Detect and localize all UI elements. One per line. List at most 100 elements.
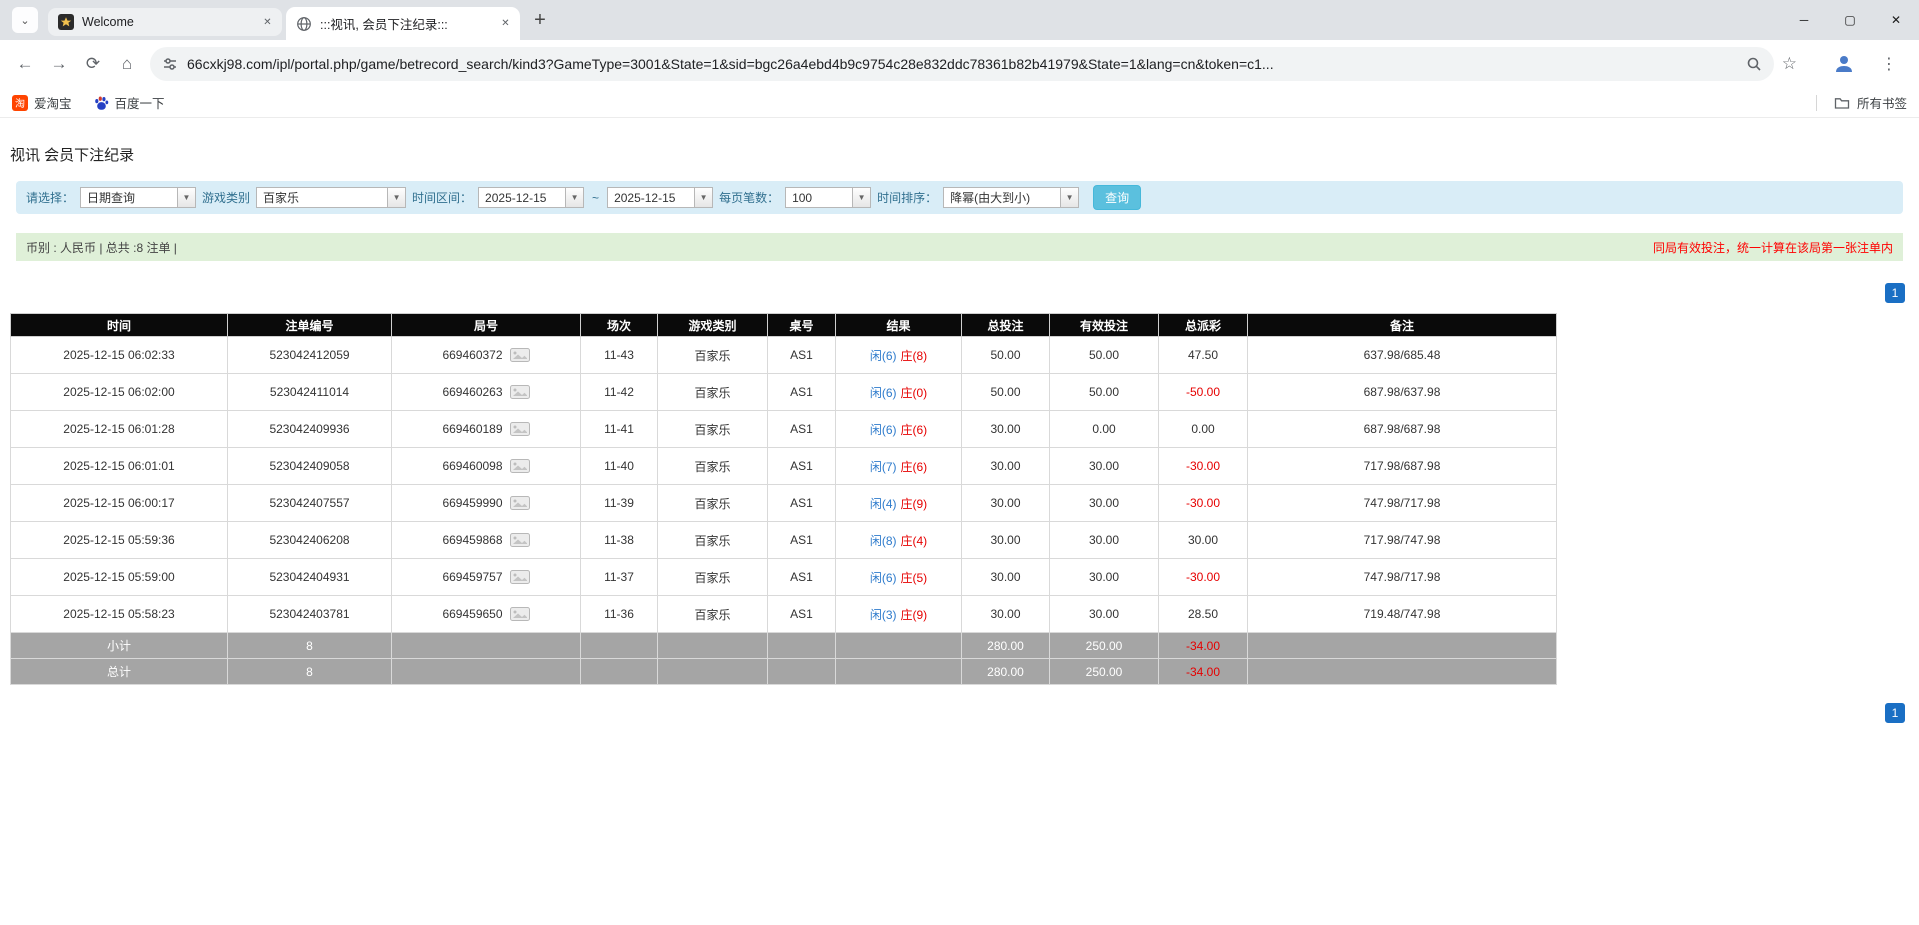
chevron-down-icon[interactable]: ▼ — [852, 188, 870, 207]
table-row: 2025-12-15 05:59:00 523042404931 6694597… — [11, 559, 1557, 596]
cell-total-bet[interactable]: 30.00 — [962, 485, 1050, 522]
column-header: 桌号 — [768, 314, 836, 337]
round-result-icon[interactable] — [510, 533, 530, 547]
cell-note: 747.98/717.98 — [1248, 485, 1557, 522]
cell-table-number: AS1 — [768, 337, 836, 374]
url-text[interactable]: 66cxkj98.com/ipl/portal.php/game/betreco… — [187, 56, 1737, 72]
query-type-value[interactable]: 日期查询 — [81, 188, 177, 207]
bookmark-baidu[interactable]: 百度一下 — [94, 93, 165, 112]
site-info-icon[interactable] — [162, 56, 178, 72]
cell-total-bet[interactable]: 50.00 — [962, 337, 1050, 374]
tab-close-icon[interactable]: ✕ — [497, 15, 514, 32]
subtotal-row: 小计8280.00250.00-34.00 — [11, 633, 1557, 659]
sort-value[interactable]: 降幂(由大到小) — [944, 188, 1060, 207]
round-result-icon[interactable] — [510, 570, 530, 584]
taobao-icon: 淘 — [12, 95, 28, 111]
column-header: 场次 — [581, 314, 658, 337]
page-number-button[interactable]: 1 — [1885, 703, 1905, 723]
cell-total-bet[interactable]: 30.00 — [962, 522, 1050, 559]
bookmarks-bar: 淘 爱淘宝 百度一下 所有书签 — [0, 88, 1919, 118]
browser-menu-icon[interactable]: ⋮ — [1875, 54, 1903, 74]
cell-round: 669460098 — [392, 448, 581, 485]
bookmark-aitaobao[interactable]: 淘 爱淘宝 — [12, 93, 72, 112]
round-number: 669459650 — [442, 607, 502, 621]
cell-total-bet[interactable]: 50.00 — [962, 374, 1050, 411]
chevron-down-icon[interactable]: ▼ — [1060, 188, 1078, 207]
chevron-down-icon[interactable]: ▼ — [694, 188, 712, 207]
round-result-icon[interactable] — [510, 422, 530, 436]
forward-button[interactable]: → — [42, 47, 76, 81]
round-result-icon[interactable] — [510, 348, 530, 362]
search-button[interactable]: 查询 — [1093, 185, 1141, 210]
page-content: 视讯 会员下注纪录 请选择： 日期查询 ▼ 游戏类别 百家乐 ▼ 时间区间： 2… — [0, 118, 1919, 723]
home-button[interactable]: ⌂ — [110, 47, 144, 81]
result-player: 闲(4) — [870, 497, 897, 511]
bookmark-star-icon[interactable]: ☆ — [1782, 54, 1797, 74]
browser-window: ⌄ Welcome ✕ :::视讯, 会员下注纪录::: ✕ + ─ ▢ ✕ ←… — [0, 0, 1919, 118]
chevron-down-icon[interactable]: ▼ — [177, 188, 195, 207]
round-result-icon[interactable] — [510, 459, 530, 473]
round-result-icon[interactable] — [510, 607, 530, 621]
chevron-down-icon[interactable]: ▼ — [387, 188, 405, 207]
result-banker: 庄(9) — [901, 608, 928, 622]
close-button[interactable]: ✕ — [1873, 0, 1919, 40]
back-button[interactable]: ← — [8, 47, 42, 81]
minimize-button[interactable]: ─ — [1781, 0, 1827, 40]
table-row: 2025-12-15 06:01:28 523042409936 6694601… — [11, 411, 1557, 448]
game-type-select[interactable]: 百家乐 ▼ — [256, 187, 406, 208]
subtotal-cell: 8 — [228, 633, 392, 659]
per-page-value[interactable]: 100 — [786, 188, 852, 207]
result-banker: 庄(9) — [901, 497, 928, 511]
round-result-icon[interactable] — [510, 385, 530, 399]
date-to-select[interactable]: 2025-12-15 ▼ — [607, 187, 713, 208]
cell-result: 闲(7)庄(6) — [836, 448, 962, 485]
all-bookmarks[interactable]: 所有书签 — [1816, 93, 1907, 112]
cell-session: 11-36 — [581, 596, 658, 633]
cell-total-bet[interactable]: 30.00 — [962, 559, 1050, 596]
date-from-value[interactable]: 2025-12-15 — [479, 188, 565, 207]
round-result-icon[interactable] — [510, 496, 530, 510]
game-type-value[interactable]: 百家乐 — [257, 188, 387, 207]
cell-session: 11-41 — [581, 411, 658, 448]
tab-welcome[interactable]: Welcome ✕ — [48, 8, 282, 36]
bookmark-label: 百度一下 — [115, 93, 165, 112]
round-number: 669460372 — [442, 348, 502, 362]
cell-note: 747.98/717.98 — [1248, 559, 1557, 596]
cell-game-type: 百家乐 — [658, 337, 768, 374]
cell-result: 闲(6)庄(0) — [836, 374, 962, 411]
url-bar[interactable]: 66cxkj98.com/ipl/portal.php/game/betreco… — [150, 47, 1774, 81]
cell-payout: 47.50 — [1159, 337, 1248, 374]
maximize-button[interactable]: ▢ — [1827, 0, 1873, 40]
column-header: 总投注 — [962, 314, 1050, 337]
cell-time: 2025-12-15 05:59:36 — [11, 522, 228, 559]
page-number-button[interactable]: 1 — [1885, 283, 1905, 303]
cell-result: 闲(6)庄(8) — [836, 337, 962, 374]
zoom-icon[interactable] — [1746, 56, 1762, 72]
chevron-down-icon[interactable]: ▼ — [565, 188, 583, 207]
new-tab-button[interactable]: + — [526, 6, 554, 34]
profile-avatar[interactable] — [1831, 51, 1857, 77]
cell-total-bet[interactable]: 30.00 — [962, 448, 1050, 485]
tab-betrecord[interactable]: :::视讯, 会员下注纪录::: ✕ — [286, 7, 520, 40]
date-from-select[interactable]: 2025-12-15 ▼ — [478, 187, 584, 208]
cell-total-bet[interactable]: 30.00 — [962, 596, 1050, 633]
query-type-select[interactable]: 日期查询 ▼ — [80, 187, 196, 208]
subtotal-cell — [1248, 633, 1557, 659]
cell-valid-bet: 50.00 — [1050, 337, 1159, 374]
table-row: 2025-12-15 06:01:01 523042409058 6694600… — [11, 448, 1557, 485]
navigation-bar: ← → ⟳ ⌂ 66cxkj98.com/ipl/portal.php/game… — [0, 40, 1919, 88]
baidu-paw-icon — [94, 95, 109, 111]
reload-button[interactable]: ⟳ — [76, 47, 110, 81]
cell-valid-bet: 30.00 — [1050, 485, 1159, 522]
date-to-value[interactable]: 2025-12-15 — [608, 188, 694, 207]
cell-game-type: 百家乐 — [658, 559, 768, 596]
sort-select[interactable]: 降幂(由大到小) ▼ — [943, 187, 1079, 208]
cell-total-bet[interactable]: 30.00 — [962, 411, 1050, 448]
cell-note: 687.98/637.98 — [1248, 374, 1557, 411]
cell-table-number: AS1 — [768, 522, 836, 559]
cell-bet-id: 523042409058 — [228, 448, 392, 485]
cell-game-type: 百家乐 — [658, 411, 768, 448]
tab-close-icon[interactable]: ✕ — [259, 14, 276, 31]
per-page-select[interactable]: 100 ▼ — [785, 187, 871, 208]
tab-search-button[interactable]: ⌄ — [12, 7, 38, 33]
